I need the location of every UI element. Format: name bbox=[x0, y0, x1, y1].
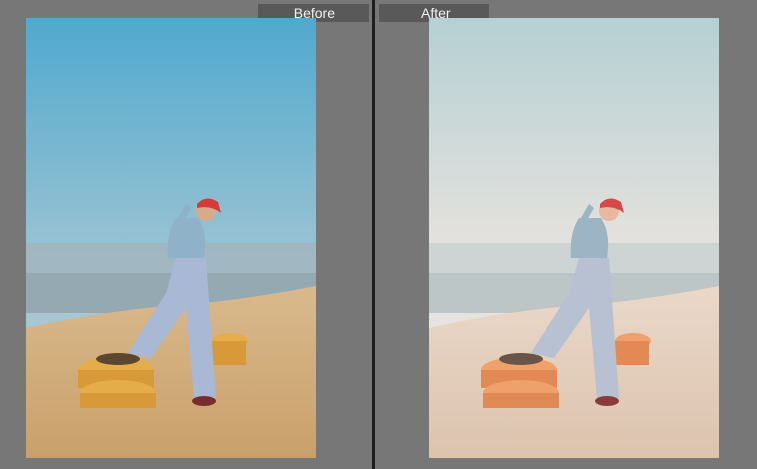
before-pane: Before bbox=[0, 0, 372, 469]
before-photo bbox=[26, 18, 316, 458]
before-photo-image bbox=[26, 18, 316, 458]
after-pane: After bbox=[375, 0, 757, 469]
after-photo-image bbox=[429, 18, 719, 458]
after-photo bbox=[429, 18, 719, 458]
